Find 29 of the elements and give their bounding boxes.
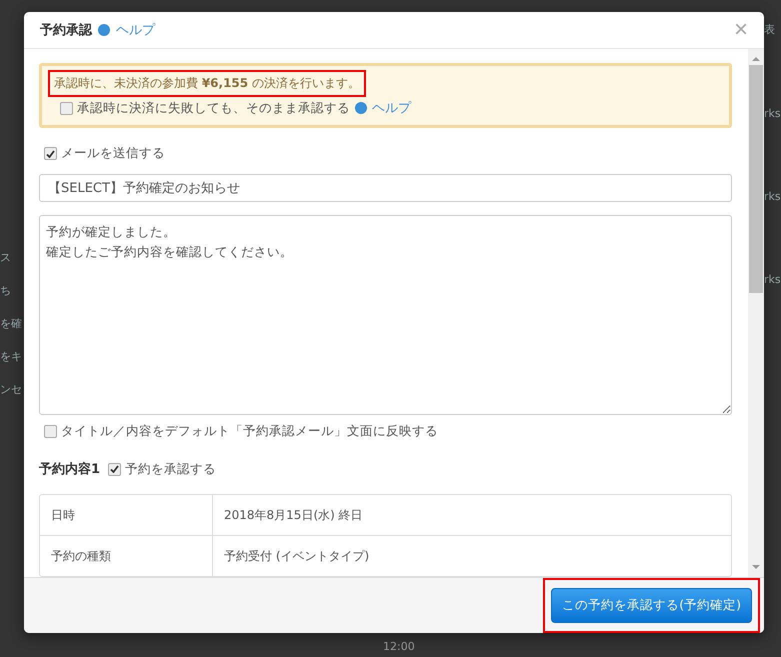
checkmark-icon: [110, 465, 120, 473]
background-text: 表: [764, 22, 776, 37]
background-text: ス: [0, 250, 12, 265]
checkmark-icon: [46, 150, 55, 158]
background-text: rks: [764, 190, 781, 203]
table-cell-text: 予約の種類: [50, 548, 112, 564]
subject-field[interactable]: 【SELECT】予約確定のお知らせ: [39, 174, 732, 202]
checkbox[interactable]: [44, 425, 57, 438]
checkbox[interactable]: [60, 102, 73, 114]
dialog-title: 予約承認: [40, 22, 92, 39]
background-text: 12:00: [383, 640, 415, 653]
message-field[interactable]: 予約が確定しました。 確定したご予約内容を確認してください。: [39, 214, 732, 415]
payment-message: 承認時に、未決済の参加費 ¥6,155 の決済を行います。: [50, 72, 364, 95]
table-cell-text: 日時: [50, 506, 76, 524]
background-text: rks: [764, 273, 781, 286]
checkbox[interactable]: [44, 147, 57, 160]
table-cell: 2018年8月15日(水) 終日: [212, 495, 731, 535]
background-text: rks: [764, 107, 781, 120]
checkbox-label: 予約を承認する: [125, 460, 216, 478]
scrollbar[interactable]: [748, 49, 764, 577]
table-cell: 予約受付 (イベントタイプ): [212, 536, 731, 576]
background-text: ンセ: [0, 382, 23, 397]
section-heading: 予約内容1: [39, 460, 100, 478]
background-text: をキ: [0, 349, 23, 364]
approve-option[interactable]: 予約を承認する: [108, 460, 216, 478]
checkbox[interactable]: [108, 462, 122, 476]
background-text: ち: [0, 283, 12, 298]
background-text: を確: [0, 316, 23, 331]
approve-button[interactable]: この予約を承認する(予約確定): [551, 588, 752, 623]
